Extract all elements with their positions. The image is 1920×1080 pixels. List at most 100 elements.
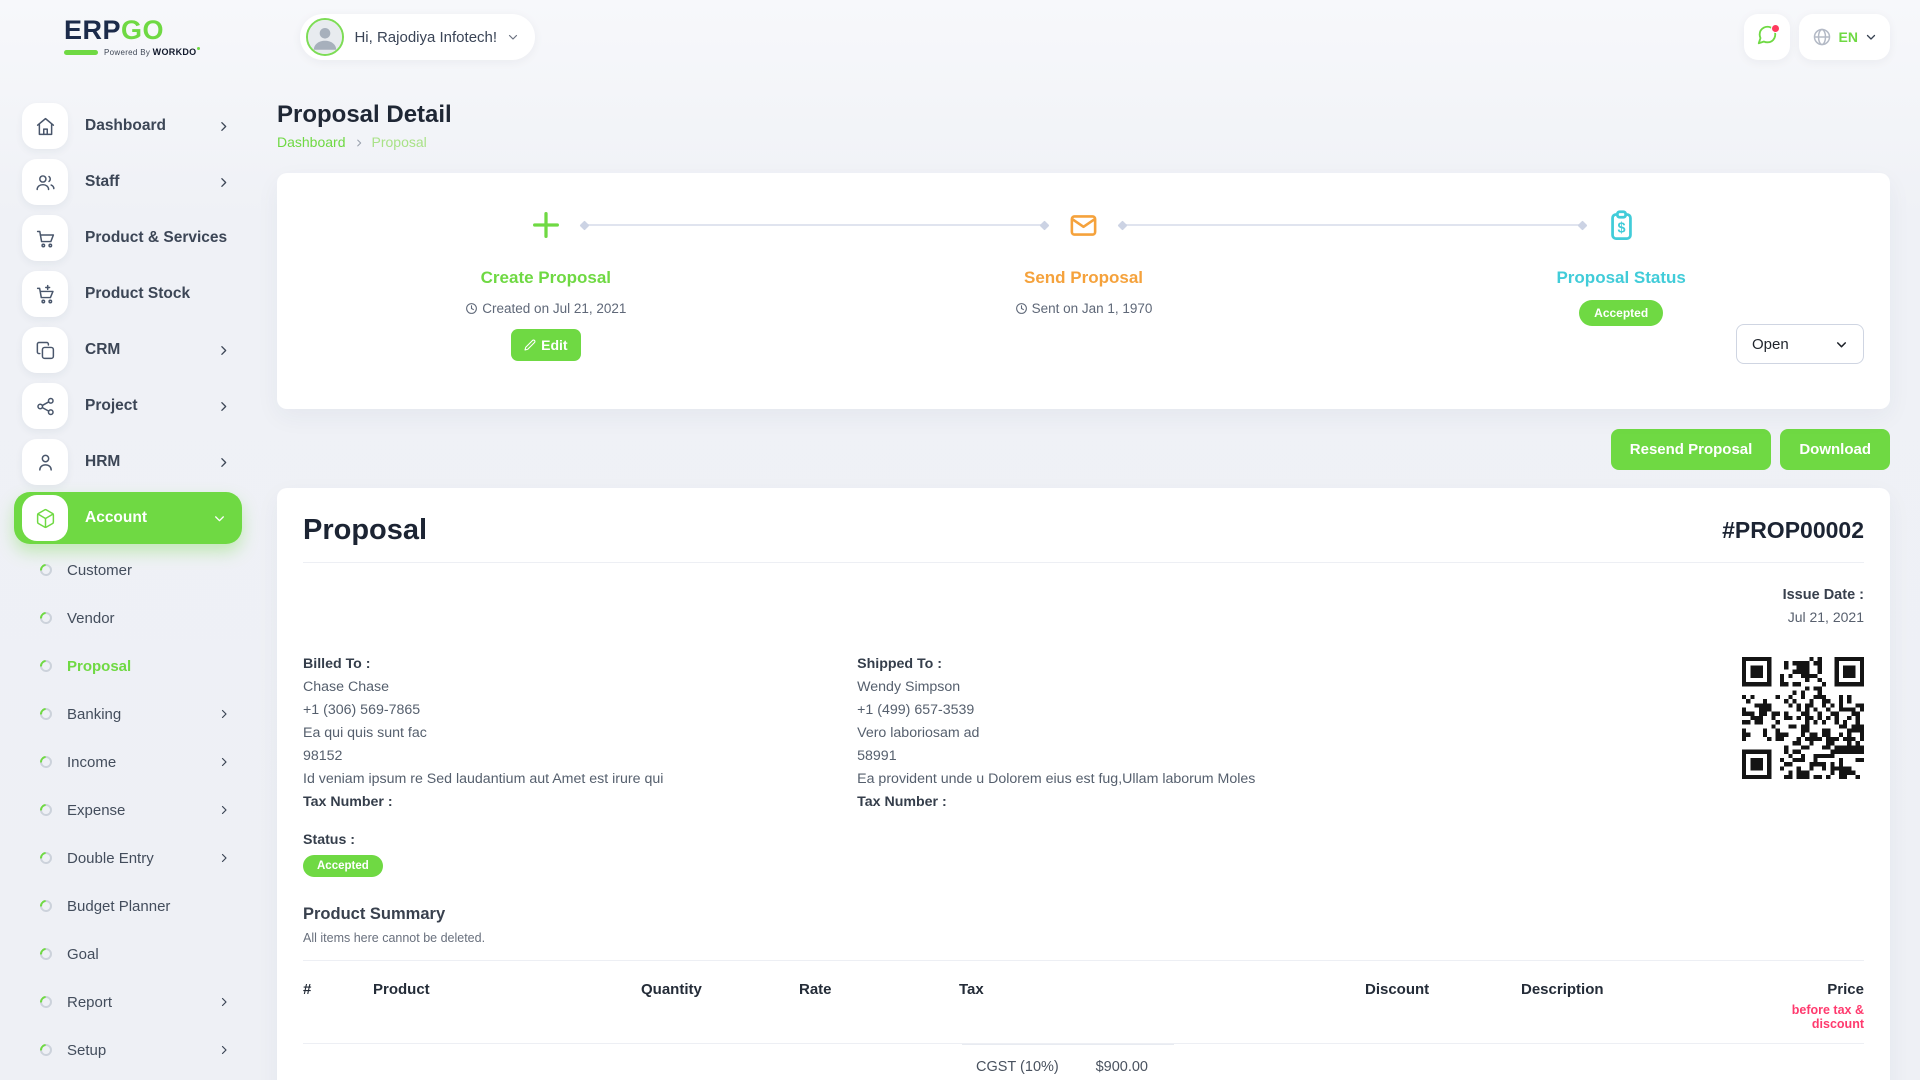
- step-connector: [1122, 224, 1584, 226]
- sidebar-subitem-vendor[interactable]: Vendor: [0, 594, 256, 642]
- product-table-header: # Product Quantity Rate Tax Discount Des…: [303, 961, 1864, 1031]
- logo-go: GO: [121, 15, 164, 45]
- svg-text:$: $: [1617, 220, 1625, 236]
- breadcrumb-dashboard[interactable]: Dashboard: [277, 134, 346, 151]
- chevron-right-icon: [218, 996, 230, 1008]
- sidebar-item-product-services[interactable]: Product & Services: [0, 210, 256, 266]
- logo-bar: [64, 50, 98, 55]
- workdo-text: WORKDO: [153, 47, 201, 57]
- bullet-icon: [38, 658, 55, 675]
- chevron-right-icon: [218, 804, 230, 816]
- notification-dot: [1771, 24, 1780, 33]
- mail-icon: [1068, 206, 1099, 244]
- step-title: Create Proposal: [481, 268, 611, 288]
- home-icon: [22, 103, 68, 149]
- logo-tagline: Powered By WORKDO: [64, 47, 200, 57]
- sidebar-subitem-label: Customer: [67, 562, 132, 579]
- sidebar-subitem-report[interactable]: Report: [0, 978, 256, 1026]
- proposal-steps-card: Create Proposal Created on Jul 21, 2021 …: [277, 173, 1890, 409]
- actions-row: Resend Proposal Download: [277, 429, 1890, 470]
- sidebar-item-hrm[interactable]: HRM: [0, 434, 256, 490]
- cart-plus-icon: [22, 271, 68, 317]
- sidebar-subitem-label: Setup: [67, 1042, 106, 1059]
- tax-line: CGST (10%)$900.00: [962, 1044, 1174, 1080]
- sidebar-item-label: Product & Services: [85, 229, 227, 247]
- sidebar-nav: Dashboard Staff Product & Services Product …: [0, 98, 256, 544]
- sidebar-subitem-proposal[interactable]: Proposal: [0, 642, 256, 690]
- sidebar-item-product-stock[interactable]: Product Stock: [0, 266, 256, 322]
- sidebar-item-label: CRM: [85, 341, 120, 359]
- sidebar-subitem-customer[interactable]: Customer: [0, 546, 256, 594]
- person-icon: [22, 439, 68, 485]
- sidebar-subitem-label: Proposal: [67, 658, 131, 675]
- chevron-right-icon: [218, 1044, 230, 1056]
- sidebar-subitem-label: Income: [67, 754, 116, 771]
- sidebar-item-account[interactable]: Account: [14, 492, 242, 544]
- step-connector: [584, 224, 1046, 226]
- chevron-down-icon: [507, 31, 519, 43]
- chevron-right-icon: [217, 456, 230, 469]
- chevron-right-icon: [217, 344, 230, 357]
- sidebar-item-dashboard[interactable]: Dashboard: [0, 98, 256, 154]
- sidebar-item-label: Staff: [85, 173, 119, 191]
- frames-icon: [22, 327, 68, 373]
- sidebar-submenu: Customer Vendor Proposal Banking Income Expen…: [0, 546, 256, 1074]
- sidebar-item-label: Product Stock: [85, 285, 190, 303]
- breadcrumb: Dashboard Proposal: [277, 134, 1890, 151]
- chevron-down-icon: [1865, 31, 1877, 43]
- sidebar-subitem-budget-planner[interactable]: Budget Planner: [0, 882, 256, 930]
- sidebar-subitem-banking[interactable]: Banking: [0, 690, 256, 738]
- chevron-right-icon: [217, 400, 230, 413]
- sidebar-item-project[interactable]: Project: [0, 378, 256, 434]
- resend-proposal-button[interactable]: Resend Proposal: [1611, 429, 1772, 470]
- powered-by-text: Powered By: [104, 48, 150, 57]
- sidebar-item-staff[interactable]: Staff: [0, 154, 256, 210]
- sidebar-subitem-label: Budget Planner: [67, 898, 170, 915]
- clipboard-dollar-icon: $: [1605, 206, 1638, 244]
- bullet-icon: [38, 562, 55, 579]
- table-row: 1Bicycle Accessories1$9,000.00CGST (10%)…: [303, 1044, 1864, 1080]
- sidebar-item-label: HRM: [85, 453, 120, 471]
- bullet-icon: [38, 706, 55, 723]
- user-menu[interactable]: Hi, Rajodiya Infotech!: [300, 14, 535, 60]
- sidebar-item-label: Account: [85, 509, 147, 527]
- proposal-status-block: Status : Accepted: [303, 832, 1864, 877]
- download-button[interactable]: Download: [1780, 429, 1890, 470]
- app-root: ERPGO Powered By WORKDO Hi, Rajodiya Inf…: [0, 0, 1920, 1080]
- sidebar-subitem-income[interactable]: Income: [0, 738, 256, 786]
- bullet-icon: [38, 1042, 55, 1059]
- step-title: Proposal Status: [1556, 268, 1685, 288]
- language-selector[interactable]: EN: [1799, 14, 1890, 60]
- app-logo[interactable]: ERPGO Powered By WORKDO: [64, 17, 200, 57]
- bullet-icon: [38, 898, 55, 915]
- proposal-heading: Proposal: [303, 512, 427, 548]
- sidebar-subitem-label: Goal: [67, 946, 99, 963]
- chevron-down-icon: [213, 512, 226, 525]
- proposal-number: #PROP00002: [1722, 517, 1864, 544]
- product-table-body: 1Bicycle Accessories1$9,000.00CGST (10%)…: [303, 1044, 1864, 1080]
- bullet-icon: [38, 946, 55, 963]
- step-date: Sent on Jan 1, 1970: [1015, 301, 1153, 316]
- page-title: Proposal Detail: [277, 100, 1890, 129]
- sidebar-item-crm[interactable]: CRM: [0, 322, 256, 378]
- chevron-down-icon: [1835, 338, 1848, 351]
- sidebar-subitem-setup[interactable]: Setup: [0, 1026, 256, 1074]
- proposal-status-select[interactable]: Open: [1736, 324, 1864, 364]
- price-note: before tax & discount: [1773, 1003, 1864, 1031]
- sidebar-subitem-label: Expense: [67, 802, 125, 819]
- edit-proposal-button[interactable]: Edit: [511, 329, 580, 361]
- sidebar-subitem-goal[interactable]: Goal: [0, 930, 256, 978]
- status-badge: Accepted: [303, 855, 383, 877]
- chevron-right-icon: [354, 138, 364, 148]
- bullet-icon: [38, 802, 55, 819]
- users-icon: [22, 159, 68, 205]
- sidebar-subitem-expense[interactable]: Expense: [0, 786, 256, 834]
- avatar: [306, 18, 344, 56]
- product-summary: Product Summary All items here cannot be…: [303, 905, 1864, 945]
- cell-tax: CGST (10%)$900.00SGST (5%)$450.00: [959, 1044, 1365, 1080]
- sidebar-subitem-label: Report: [67, 994, 112, 1011]
- sidebar-subitem-double-entry[interactable]: Double Entry: [0, 834, 256, 882]
- messenger-button[interactable]: [1744, 14, 1790, 60]
- status-badge: Accepted: [1579, 300, 1663, 326]
- pencil-icon: [524, 339, 536, 351]
